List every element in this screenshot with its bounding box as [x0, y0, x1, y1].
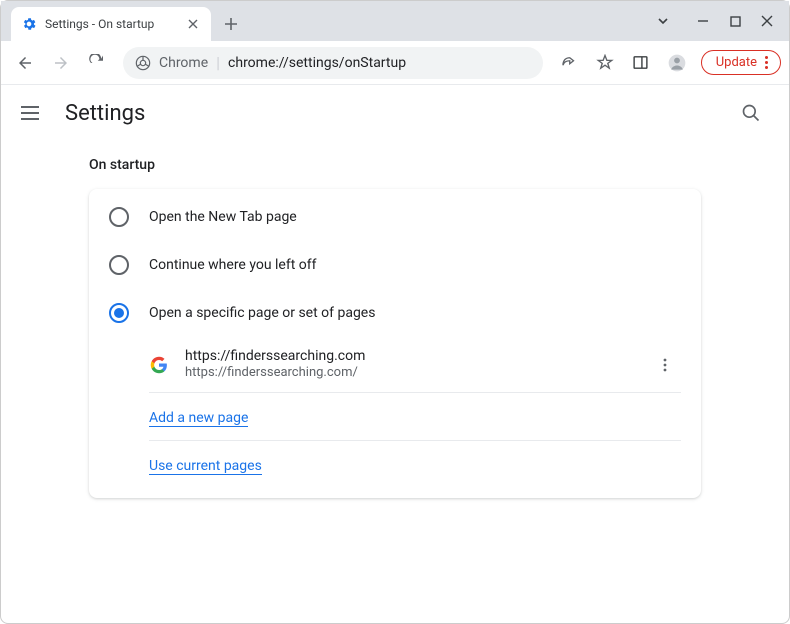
reload-button[interactable] — [81, 47, 113, 79]
option-new-tab[interactable]: Open the New Tab page — [89, 193, 701, 241]
minimize-button[interactable] — [689, 7, 717, 35]
add-page-row: Add a new page — [149, 393, 681, 441]
address-prefix: Chrome — [159, 55, 208, 71]
more-icon — [765, 56, 768, 69]
share-icon[interactable] — [553, 47, 585, 79]
option-specific-page[interactable]: Open a specific page or set of pages — [89, 289, 701, 337]
profile-icon[interactable] — [661, 47, 693, 79]
browser-tab[interactable]: Settings - On startup — [11, 7, 211, 41]
chevron-down-icon[interactable] — [649, 7, 677, 35]
option-label: Continue where you left off — [149, 257, 317, 273]
address-path: chrome://settings/onStartup — [228, 55, 406, 71]
startup-card: Open the New Tab page Continue where you… — [89, 189, 701, 498]
page-entry-menu[interactable] — [649, 349, 681, 381]
page-entry-url: https://finderssearching.com/ — [185, 365, 649, 382]
menu-icon[interactable] — [21, 101, 45, 125]
use-current-row: Use current pages — [149, 441, 681, 488]
radio-icon — [109, 255, 129, 275]
back-button[interactable] — [9, 47, 41, 79]
gear-icon — [21, 16, 37, 32]
address-bar[interactable]: Chrome | chrome://settings/onStartup — [123, 47, 543, 79]
forward-button[interactable] — [45, 47, 77, 79]
maximize-button[interactable] — [721, 7, 749, 35]
settings-content: On startup Open the New Tab page Continu… — [1, 141, 789, 498]
startup-pages-list: https://finderssearching.com https://fin… — [149, 337, 681, 488]
section-title: On startup — [89, 157, 701, 173]
browser-toolbar: Chrome | chrome://settings/onStartup Upd… — [1, 41, 789, 85]
window-titlebar: Settings - On startup — [1, 1, 789, 41]
search-icon[interactable] — [733, 95, 769, 131]
update-button[interactable]: Update — [701, 50, 781, 75]
sidepanel-icon[interactable] — [625, 47, 657, 79]
radio-icon — [109, 207, 129, 227]
startup-page-entry: https://finderssearching.com https://fin… — [149, 337, 681, 393]
new-tab-button[interactable] — [217, 10, 245, 38]
window-controls — [649, 1, 781, 41]
use-current-link[interactable]: Use current pages — [149, 458, 262, 475]
add-page-link[interactable]: Add a new page — [149, 410, 248, 427]
settings-header: Settings — [1, 85, 789, 141]
close-window-button[interactable] — [753, 7, 781, 35]
bookmark-icon[interactable] — [589, 47, 621, 79]
page-title: Settings — [65, 101, 713, 126]
radio-icon-selected — [109, 303, 129, 323]
google-favicon — [149, 355, 169, 375]
tab-title: Settings - On startup — [45, 17, 177, 31]
close-tab-icon[interactable] — [185, 16, 201, 32]
address-separator: | — [216, 53, 220, 72]
option-label: Open a specific page or set of pages — [149, 305, 375, 321]
option-label: Open the New Tab page — [149, 209, 297, 225]
chrome-icon — [135, 55, 151, 71]
page-text: https://finderssearching.com https://fin… — [185, 347, 649, 382]
option-continue[interactable]: Continue where you left off — [89, 241, 701, 289]
page-entry-title: https://finderssearching.com — [185, 347, 649, 365]
update-label: Update — [716, 55, 757, 70]
